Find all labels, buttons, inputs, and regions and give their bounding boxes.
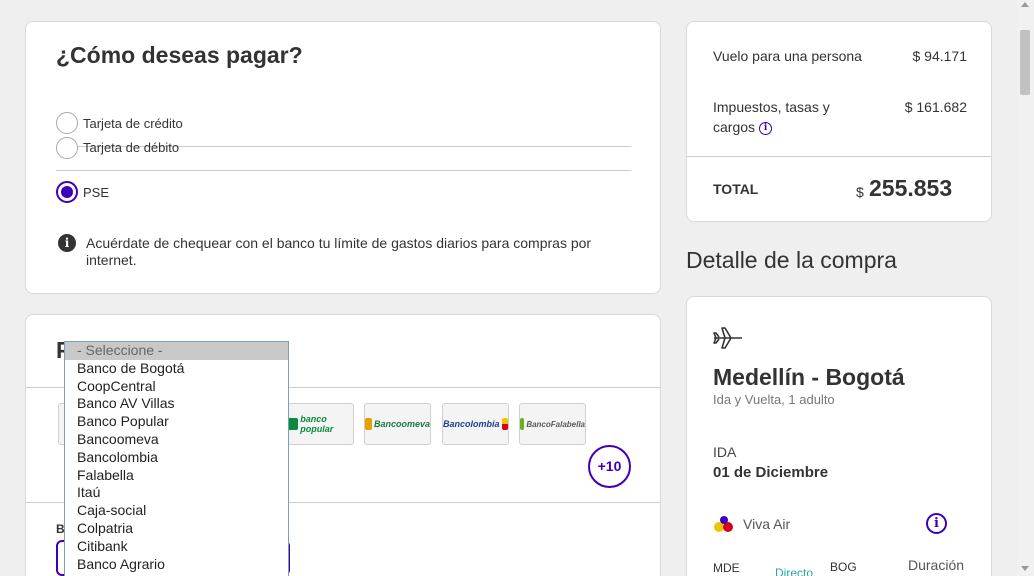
dropdown-option[interactable]: Bancolombia (65, 449, 288, 467)
dropdown-option[interactable]: Caja-social (65, 502, 288, 520)
viva-air-logo-icon (714, 516, 733, 532)
dropdown-option[interactable]: Banco AV Villas (65, 395, 288, 413)
more-banks-button[interactable]: +10 (588, 445, 631, 488)
option-pse[interactable]: PSE (56, 171, 631, 216)
outbound-date: 01 de Diciembre (713, 464, 829, 481)
bank-logo-label: Bancolombia (443, 419, 500, 429)
bank-dropdown-list[interactable]: - Seleccione - Banco de Bogotá CoopCentr… (64, 341, 289, 576)
origin-code: MDE (713, 561, 740, 575)
scrollbar-thumb[interactable] (1020, 30, 1030, 95)
option-debit-card-label: Tarjeta de débito (83, 140, 180, 155)
scroll-up-arrow-icon[interactable] (1021, 2, 1029, 7)
flight-price-label: Vuelo para una persona (713, 48, 862, 64)
scroll-down-arrow-icon[interactable] (1021, 566, 1029, 571)
bancoomeva-mark-icon (365, 418, 372, 430)
purchase-detail-heading: Detalle de la compra (686, 247, 897, 273)
flight-price-value: $ 94.171 (912, 48, 968, 64)
option-pse-label: PSE (83, 185, 110, 200)
dropdown-option[interactable]: Itaú (65, 484, 288, 502)
dropdown-option[interactable]: CoopCentral (65, 378, 288, 396)
dropdown-option[interactable]: - Seleccione - (65, 342, 288, 360)
radio-debit-card[interactable] (56, 137, 78, 159)
airplane-icon (713, 327, 742, 349)
bancolombia-mark-icon (501, 418, 508, 430)
airline-name: Viva Air (743, 516, 791, 532)
payment-title: ¿Cómo deseas pagar? (56, 42, 303, 68)
bank-logo-bancofalabella[interactable]: BancoFalabella (519, 403, 586, 445)
trip-description: Ida y Vuelta, 1 adulto (713, 392, 835, 407)
bank-logo-bancoomeva[interactable]: Bancoomeva (364, 403, 431, 445)
falabella-mark-icon (520, 418, 525, 430)
bank-logo-bancolombia[interactable]: Bancolombia (442, 403, 509, 445)
destination-code: BOG (830, 560, 857, 574)
info-icon[interactable]: i (759, 121, 773, 135)
dropdown-option[interactable]: Banco de Bogotá (65, 360, 288, 378)
total-label: TOTAL (713, 181, 759, 197)
dropdown-option[interactable]: Colpatria (65, 520, 288, 538)
divider (687, 156, 991, 157)
total-currency: $ (856, 184, 864, 200)
direct-flight-label: Directo (775, 566, 814, 576)
bank-logo-banco-popular[interactable]: banco popular (287, 403, 354, 445)
radio-pse[interactable] (56, 181, 78, 203)
banco-popular-mark-icon (288, 418, 299, 430)
flight-route: Medellín - Bogotá (713, 364, 905, 390)
bank-logo-label: BancoFalabella (526, 419, 585, 429)
payment-method-card: ¿Cómo deseas pagar? Tarjeta de crédito T… (25, 21, 661, 294)
bank-logo-label: Bancoomeva (373, 419, 430, 429)
flight-info-icon[interactable]: i (926, 513, 947, 534)
dropdown-option[interactable]: Citibank (65, 538, 288, 556)
taxes-label: Impuestos, tasas y cargos i (713, 97, 863, 137)
price-summary-card: Vuelo para una persona $ 94.171 Impuesto… (686, 21, 992, 222)
taxes-value: $ 161.682 (904, 99, 967, 115)
dropdown-option[interactable]: Banco Agrario (65, 556, 288, 574)
outbound-label: IDA (713, 444, 737, 460)
option-debit-card[interactable]: Tarjeta de débito (56, 126, 631, 171)
taxes-row: Impuestos, tasas y cargos i $ 161.682 (713, 97, 967, 141)
dropdown-option[interactable]: Banco Popular (65, 413, 288, 431)
duration-label: Duración (908, 557, 965, 573)
bank-logo-label: banco popular (300, 414, 334, 434)
dropdown-option[interactable]: Falabella (65, 467, 288, 485)
spending-limit-notice: Acuérdate de chequear con el banco tu lí… (86, 235, 592, 268)
total-value: 255.853 (869, 175, 953, 201)
flight-price-row: Vuelo para una persona $ 94.171 (713, 46, 967, 90)
flight-detail-card: Medellín - Bogotá Ida y Vuelta, 1 adulto… (686, 296, 992, 576)
dropdown-option[interactable]: Bancoomeva (65, 431, 288, 449)
info-circle-icon: i (58, 234, 76, 252)
